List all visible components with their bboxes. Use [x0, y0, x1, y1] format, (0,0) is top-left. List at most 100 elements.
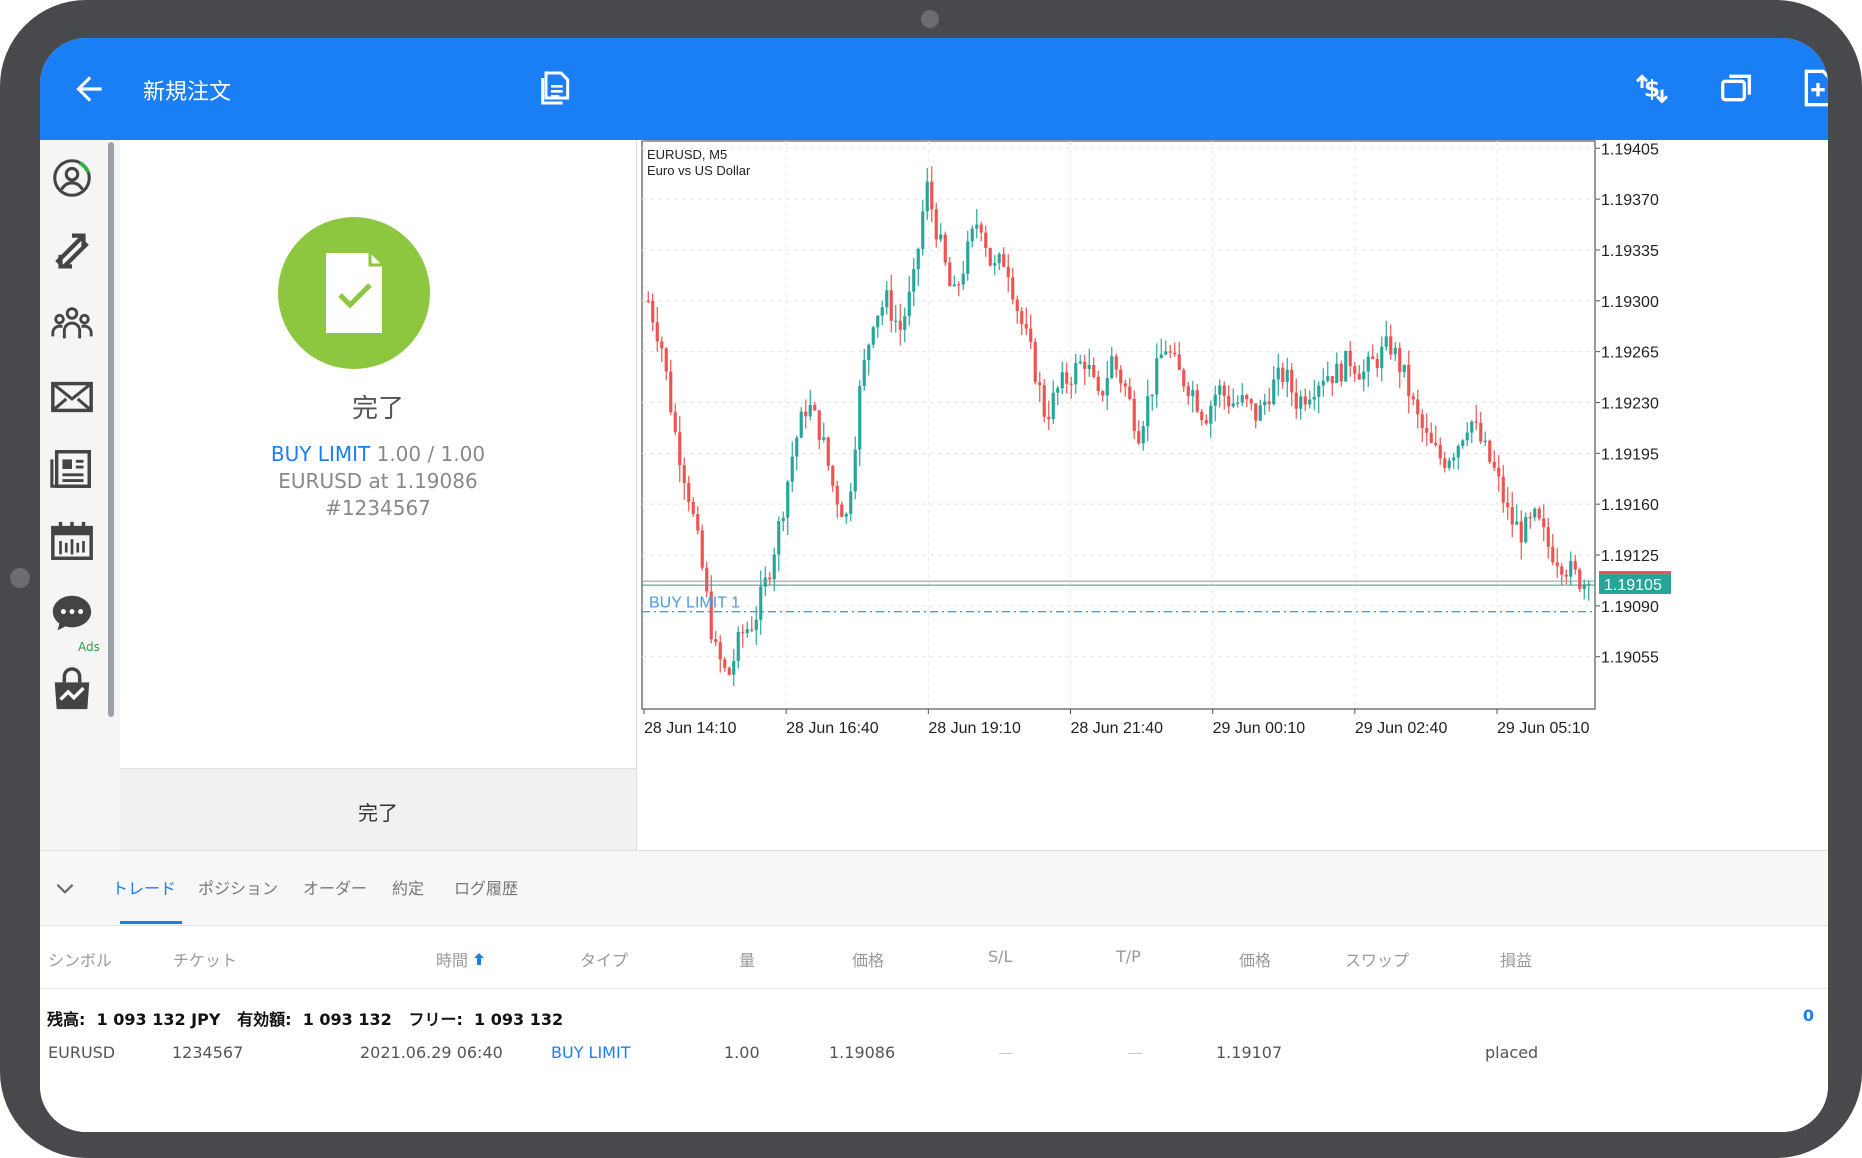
candle-body — [1362, 371, 1366, 380]
candle-body — [795, 437, 799, 457]
x-tick-label: 29 Jun 00:10 — [1213, 720, 1306, 737]
candle-body — [822, 437, 826, 440]
candle-body — [1065, 372, 1069, 384]
candle-body — [1564, 574, 1568, 577]
candle-body — [1006, 266, 1010, 278]
candle-body — [1110, 356, 1114, 379]
sidebar-scrollbar[interactable] — [108, 142, 114, 717]
current-price-value: 1.19105 — [1604, 577, 1662, 594]
current-price-tag-bar — [1599, 571, 1671, 575]
candle-body — [1128, 386, 1132, 399]
candle-body — [1339, 363, 1343, 382]
candle-body — [705, 567, 709, 592]
side-dot — [10, 568, 30, 588]
candle-body — [1123, 383, 1127, 387]
candle-body — [1371, 356, 1375, 360]
candle-body — [1258, 405, 1262, 421]
col-time-label: 時間 — [436, 951, 469, 970]
x-tick-label: 29 Jun 02:40 — [1355, 720, 1448, 737]
tab-orders[interactable]: オーダー — [303, 875, 367, 899]
candle-body — [1506, 502, 1510, 508]
candle-body — [844, 513, 848, 517]
done-button[interactable]: 完了 — [120, 768, 636, 851]
candle-body — [916, 248, 920, 270]
col-volume[interactable]: 量 — [739, 947, 755, 971]
candle-body — [898, 320, 902, 330]
candle-body — [759, 586, 763, 620]
trade-arrows-icon[interactable] — [49, 228, 95, 274]
candle-body — [1294, 392, 1298, 409]
row-current-price: 1.19107 — [1216, 1043, 1283, 1062]
documents-icon[interactable] — [536, 68, 576, 108]
candle-body — [1348, 350, 1352, 367]
candle-body — [1186, 386, 1190, 397]
tab-deals[interactable]: 約定 — [392, 875, 424, 899]
mail-icon[interactable] — [49, 374, 95, 420]
candle-body — [961, 273, 965, 285]
market-bag-icon[interactable] — [49, 667, 95, 713]
candle-body — [853, 449, 857, 492]
col-time[interactable]: 時間 — [436, 947, 485, 971]
candle-body — [1510, 507, 1514, 525]
chart-svg[interactable]: 1.19405 1.19370 1.19335 1.19300 1.19265 1.192… — [637, 140, 1828, 850]
chevron-down-icon[interactable] — [52, 875, 78, 901]
candle-body — [1573, 561, 1577, 570]
candle-body — [1524, 517, 1528, 543]
row-type: BUY LIMIT — [551, 1043, 631, 1062]
community-icon[interactable] — [49, 300, 95, 346]
arrow-left-icon[interactable] — [70, 70, 108, 108]
candle-body — [1011, 277, 1015, 300]
col-current-price[interactable]: 価格 — [1239, 947, 1271, 971]
chat-icon[interactable] — [49, 590, 95, 636]
currency-exchange-icon[interactable]: $ — [1632, 68, 1672, 108]
col-swap[interactable]: スワップ — [1345, 947, 1409, 971]
candle-body — [1209, 405, 1213, 424]
candle-body — [1222, 385, 1226, 396]
candle-body — [835, 485, 839, 505]
col-tp[interactable]: T/P — [1116, 947, 1141, 966]
page-title: 新規注文 — [143, 80, 232, 105]
col-ticket[interactable]: チケット — [173, 947, 237, 971]
candle-body — [1096, 376, 1100, 392]
col-type[interactable]: タイプ — [580, 947, 628, 971]
candle-body — [1303, 396, 1307, 405]
candle-body — [1317, 385, 1321, 397]
y-tick-label: 1.19405 — [1601, 141, 1659, 158]
candle-body — [718, 642, 722, 660]
tab-log-history[interactable]: ログ履歴 — [454, 875, 518, 899]
new-document-icon[interactable] — [1798, 68, 1828, 108]
col-profit[interactable]: 損益 — [1500, 947, 1532, 971]
candle-body — [1267, 401, 1271, 405]
candle-body — [1263, 401, 1267, 406]
candle-body — [1254, 403, 1258, 421]
candle-body — [943, 234, 947, 263]
chart-description: Euro vs US Dollar — [647, 163, 751, 178]
candle-body — [1245, 395, 1249, 400]
candle-body — [975, 224, 979, 229]
candle-body — [790, 456, 794, 482]
col-symbol[interactable]: シンボル — [48, 947, 112, 971]
account-icon[interactable] — [49, 155, 95, 201]
col-price[interactable]: 価格 — [852, 947, 884, 971]
sort-up-icon — [474, 953, 485, 965]
candle-body — [1470, 421, 1474, 433]
tab-trade[interactable]: トレード — [112, 875, 176, 899]
window-restore-icon[interactable] — [1716, 68, 1756, 108]
candle-body — [993, 263, 997, 266]
price-chart[interactable]: 1.19405 1.19370 1.19335 1.19300 1.19265 1.192… — [637, 140, 1828, 850]
y-tick-label: 1.19090 — [1601, 599, 1659, 616]
col-sl[interactable]: S/L — [988, 947, 1012, 966]
candle-body — [1105, 378, 1109, 396]
candle-body — [1114, 356, 1118, 370]
tab-positions[interactable]: ポジション — [198, 875, 278, 899]
candle-body — [948, 262, 952, 287]
terminal-tabs: トレード ポジション オーダー 約定 ログ履歴 — [40, 851, 1828, 926]
candle-body — [1141, 426, 1145, 444]
candle-body — [682, 465, 686, 484]
news-icon[interactable] — [49, 446, 95, 492]
candle-body — [894, 320, 898, 322]
candle-body — [1515, 521, 1519, 525]
calendar-icon[interactable] — [49, 518, 95, 564]
done-button-label: 完了 — [358, 801, 398, 825]
candle-body — [934, 209, 938, 240]
